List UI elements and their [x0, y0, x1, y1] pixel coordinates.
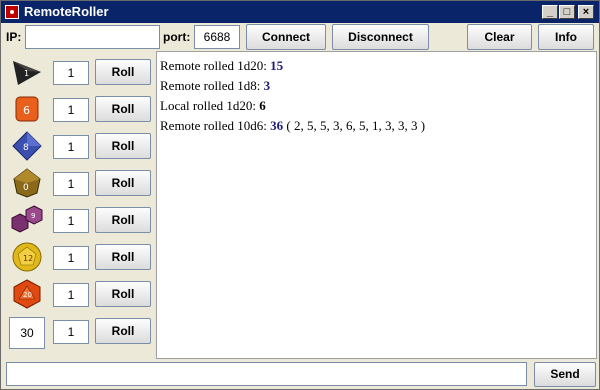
- maximize-button[interactable]: □: [559, 5, 575, 19]
- die-row-d8: 8 1 Roll: [4, 129, 156, 163]
- log-text: Remote rolled 1d8:: [160, 78, 264, 93]
- roll-d4-button[interactable]: Roll: [95, 59, 151, 85]
- log-entry: Remote rolled 1d20: 15: [160, 56, 593, 76]
- svg-text:9: 9: [31, 212, 35, 220]
- d12-icon: 12: [12, 242, 42, 272]
- die-row-d6: 6 1 Roll: [4, 92, 156, 126]
- die-row-d12: 12 1 Roll: [4, 240, 156, 274]
- dice-panel: 1 1 Roll 6 1 Roll 8 1 Roll 0 1 Roll 9 1 …: [4, 51, 156, 359]
- d10-icon: 0: [13, 168, 41, 198]
- connection-toolbar: IP: port: 6688 Connect Disconnect Clear …: [1, 23, 599, 51]
- minimize-button[interactable]: _: [542, 5, 558, 19]
- port-input[interactable]: 6688: [194, 25, 240, 49]
- log-entry: Remote rolled 10d6: 36 ( 2, 5, 5, 3, 6, …: [160, 116, 593, 136]
- log-text: Remote rolled 1d20:: [160, 58, 271, 73]
- roll-d12-button[interactable]: Roll: [95, 244, 151, 270]
- die-row-custom: 30 1 Roll: [4, 314, 156, 349]
- disconnect-button[interactable]: Disconnect: [332, 24, 429, 50]
- title-bar[interactable]: RemoteRoller _ □ ×: [1, 1, 599, 23]
- roll-d20-button[interactable]: Roll: [95, 281, 151, 307]
- svg-text:1: 1: [24, 69, 29, 78]
- roll-custom-button[interactable]: Roll: [95, 318, 151, 344]
- log-detail: ( 2, 5, 5, 3, 6, 5, 1, 3, 3, 3 ): [283, 118, 426, 133]
- log-text: Remote rolled 10d6:: [160, 118, 271, 133]
- die-count-input[interactable]: 1: [53, 209, 89, 233]
- app-window: RemoteRoller _ □ × IP: port: 6688 Connec…: [0, 0, 600, 390]
- close-button[interactable]: ×: [578, 5, 594, 19]
- log-text: Local rolled 1d20:: [160, 98, 260, 113]
- d8-icon: 8: [12, 131, 42, 161]
- ip-input[interactable]: [25, 25, 160, 49]
- die-count-input[interactable]: 1: [53, 320, 89, 344]
- roll-d6-button[interactable]: Roll: [95, 96, 151, 122]
- svg-text:20: 20: [23, 291, 32, 299]
- svg-text:8: 8: [23, 143, 29, 153]
- custom-sides-input[interactable]: 30: [9, 317, 45, 349]
- d6-icon: 6: [15, 96, 39, 122]
- die-count-input[interactable]: 1: [53, 283, 89, 307]
- die-count-input[interactable]: 1: [53, 135, 89, 159]
- log-entry: Remote rolled 1d8: 3: [160, 76, 593, 96]
- die-count-input[interactable]: 1: [53, 246, 89, 270]
- roll-d10-button[interactable]: Roll: [95, 170, 151, 196]
- roll-d12-pair-button[interactable]: Roll: [95, 207, 151, 233]
- send-button[interactable]: Send: [534, 362, 596, 387]
- window-title: RemoteRoller: [24, 4, 109, 19]
- d12-pair-icon: 9: [11, 205, 43, 233]
- log-result: 15: [270, 58, 284, 73]
- die-count-input[interactable]: 1: [53, 172, 89, 196]
- ip-label: IP:: [6, 30, 22, 44]
- app-icon: [5, 5, 19, 19]
- die-count-input[interactable]: 1: [53, 61, 89, 85]
- d20-icon: 20: [13, 279, 41, 309]
- message-input[interactable]: [6, 362, 527, 386]
- clear-button[interactable]: Clear: [467, 24, 532, 50]
- d4-icon: 1: [13, 61, 41, 85]
- port-label: port:: [163, 30, 191, 44]
- svg-text:12: 12: [23, 254, 33, 263]
- die-row-d4: 1 1 Roll: [4, 55, 156, 89]
- roll-log[interactable]: Remote rolled 1d20: 15 Remote rolled 1d8…: [156, 51, 597, 359]
- die-row-d20: 20 1 Roll: [4, 277, 156, 311]
- die-row-d12-pair: 9 1 Roll: [4, 203, 156, 237]
- log-result: 36: [270, 118, 284, 133]
- die-count-input[interactable]: 1: [53, 98, 89, 122]
- svg-text:6: 6: [23, 104, 30, 117]
- connect-button[interactable]: Connect: [246, 24, 326, 50]
- log-result: 6: [259, 98, 266, 113]
- log-result: 3: [263, 78, 271, 93]
- roll-d8-button[interactable]: Roll: [95, 133, 151, 159]
- log-entry: Local rolled 1d20: 6: [160, 96, 593, 116]
- die-row-d10: 0 1 Roll: [4, 166, 156, 200]
- svg-text:0: 0: [23, 183, 29, 193]
- info-button[interactable]: Info: [538, 24, 594, 50]
